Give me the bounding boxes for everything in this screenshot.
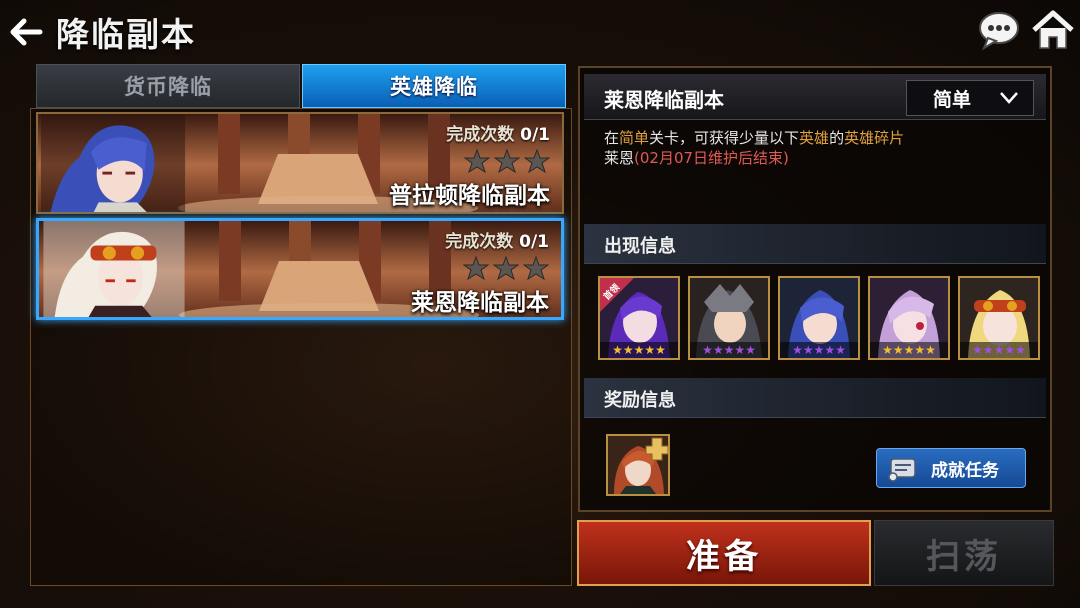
hero-stars: ★★★★★ [960, 342, 1038, 358]
hero-portrait-platon [40, 114, 186, 212]
appear-hero-4[interactable]: ★★★★★ [868, 276, 950, 360]
sweep-button[interactable]: 扫荡 [874, 520, 1054, 586]
appear-hero-1[interactable]: 首领 ★★★★★ [598, 276, 680, 360]
dungeon-detail-panel: 莱恩降临副本 简单 在简单关卡，可获得少量以下英雄的英雄碎片 莱恩(02月07日… [578, 66, 1052, 512]
home-icon [1032, 10, 1074, 49]
achievement-mission-label: 成就任务 [931, 460, 999, 481]
completion-count: 完成次数 0/1 [445, 232, 549, 252]
back-button[interactable] [6, 12, 46, 52]
tab-currency-descent[interactable]: 货币降临 [36, 64, 300, 108]
hero-shard-portrait [608, 436, 668, 494]
hero-stars: ★★★★★ [600, 342, 678, 358]
top-bar: 降临副本 [0, 0, 1080, 62]
dungeon-card-platon[interactable]: 完成次数 0/1 普拉顿降临副本 [36, 112, 564, 214]
difficulty-value: 简单 [933, 88, 972, 111]
back-arrow-icon [10, 18, 43, 46]
star-icon [524, 148, 550, 174]
detail-header: 莱恩降临副本 简单 [584, 74, 1046, 120]
dungeon-description: 在简单关卡，可获得少量以下英雄的英雄碎片 莱恩(02月07日维护后结束) [604, 129, 905, 167]
star-icon [463, 255, 489, 281]
prepare-button[interactable]: 准备 [577, 520, 871, 586]
completion-count: 完成次数 0/1 [446, 125, 550, 145]
dungeon-name: 普拉顿降临副本 [389, 183, 550, 209]
scroll-icon [888, 458, 916, 482]
dungeon-name: 莱恩降临副本 [411, 290, 549, 316]
star-icon [493, 255, 519, 281]
appear-hero-5[interactable]: ★★★★★ [958, 276, 1040, 360]
chevron-down-icon [1000, 92, 1018, 104]
appear-hero-3[interactable]: ★★★★★ [778, 276, 860, 360]
appear-info-bar: 出现信息 [584, 224, 1046, 264]
reward-hero-shard[interactable] [606, 434, 670, 496]
reward-info-bar: 奖励信息 [584, 378, 1046, 418]
reward-info-label: 奖励信息 [604, 390, 676, 411]
hero-stars: ★★★★★ [780, 342, 858, 358]
star-icon [494, 148, 520, 174]
star-icon [464, 148, 490, 174]
star-rating [464, 148, 550, 174]
appear-info-label: 出现信息 [604, 236, 676, 257]
dungeon-card-lane[interactable]: 完成次数 0/1 莱恩降临副本 [36, 218, 564, 320]
chat-button[interactable] [976, 8, 1022, 52]
home-button[interactable] [1030, 8, 1076, 52]
boss-badge: 首领 [600, 278, 634, 312]
hero-stars: ★★★★★ [870, 342, 948, 358]
star-rating [463, 255, 549, 281]
achievement-mission-button[interactable]: 成就任务 [876, 448, 1026, 488]
appear-hero-2[interactable]: ★★★★★ [688, 276, 770, 360]
chat-bubble-icon [979, 12, 1019, 51]
star-icon [523, 255, 549, 281]
difficulty-dropdown[interactable]: 简单 [906, 80, 1034, 116]
detail-title: 莱恩降临副本 [604, 88, 724, 112]
tab-hero-descent[interactable]: 英雄降临 [302, 64, 566, 108]
page-title: 降临副本 [56, 15, 196, 54]
hero-stars: ★★★★★ [690, 342, 768, 358]
hero-portrait-lane [43, 221, 185, 317]
